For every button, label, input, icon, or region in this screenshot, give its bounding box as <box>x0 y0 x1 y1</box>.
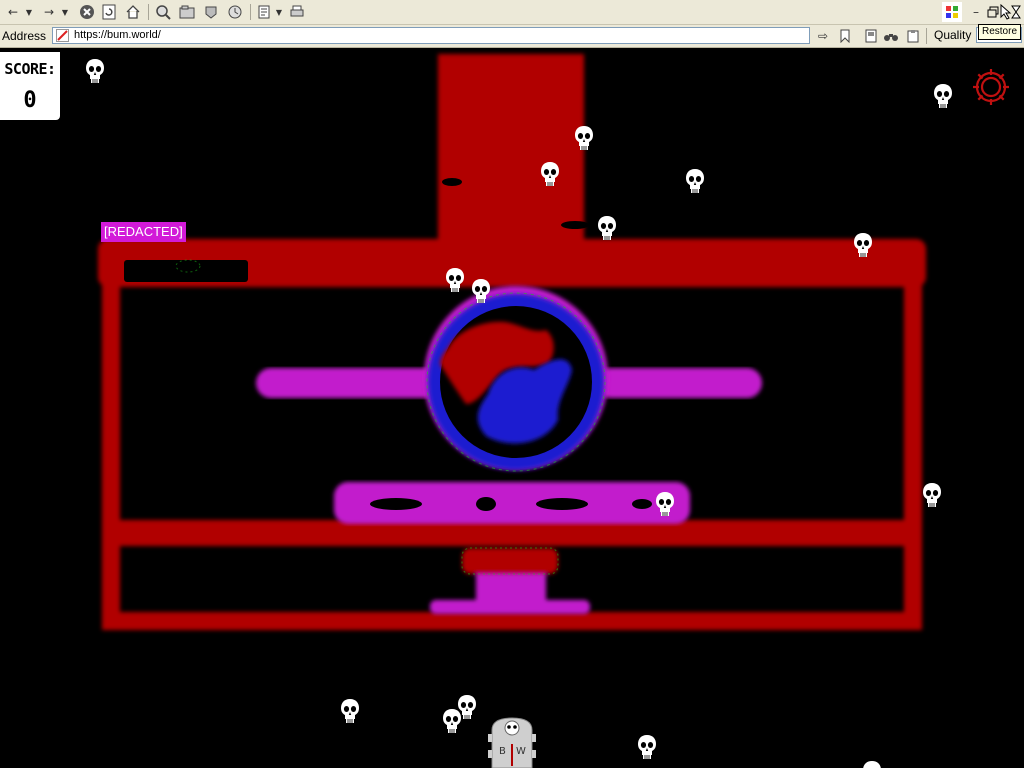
history-icon[interactable] <box>226 2 244 22</box>
skull-icon <box>853 232 873 258</box>
restore-tooltip: Restore <box>978 24 1022 40</box>
back-icon[interactable]: ← <box>4 2 22 22</box>
url-input[interactable]: https://bum.world/ <box>52 27 810 44</box>
left-wall <box>102 258 120 630</box>
media-icon[interactable] <box>202 2 220 22</box>
page-icon[interactable] <box>862 26 880 46</box>
skull-icon <box>922 482 942 508</box>
toolbar-separator <box>250 4 251 20</box>
score-label: SCORE: <box>4 60 56 78</box>
back-dropdown-icon[interactable]: ▼ <box>24 2 34 22</box>
stop-icon[interactable] <box>78 2 96 22</box>
skull-icon <box>471 278 491 304</box>
clipboard-icon[interactable] <box>904 26 922 46</box>
forward-icon[interactable]: → <box>40 2 58 22</box>
shaft-hole <box>561 221 589 229</box>
player-name-tag: [REDACTED] <box>101 222 186 242</box>
skull-icon <box>655 491 675 517</box>
tombstone-tower: B W <box>488 716 536 768</box>
skull-icon <box>540 161 560 187</box>
mail-dropdown-icon[interactable]: ▼ <box>274 2 284 22</box>
go-arrow-icon[interactable]: ⇨ <box>814 26 832 46</box>
url-text: https://bum.world/ <box>74 29 161 41</box>
skull-icon <box>442 708 462 734</box>
skull-icon <box>574 125 594 151</box>
game-canvas[interactable]: SCORE: 0 [REDACTED] B W <box>0 48 1024 768</box>
tower-letter-b: B <box>499 746 506 757</box>
binoculars-icon[interactable] <box>882 26 900 46</box>
skull-icon <box>340 698 360 724</box>
favorites-icon[interactable] <box>178 2 196 22</box>
minimize-icon[interactable]: – <box>970 2 982 22</box>
central-orb <box>424 286 608 472</box>
score-value: 0 <box>23 88 37 113</box>
right-wall <box>904 280 922 630</box>
skull-icon <box>862 760 882 768</box>
restore-icon[interactable] <box>986 2 1000 22</box>
print-icon[interactable] <box>288 2 306 22</box>
skull-icon <box>85 58 105 84</box>
skull-icon <box>685 168 705 194</box>
address-bar: Address https://bum.world/ ⇨ Quality <box>0 25 1024 48</box>
search-icon[interactable] <box>154 2 172 22</box>
home-icon[interactable] <box>124 2 142 22</box>
quality-button[interactable]: Quality <box>934 28 971 42</box>
toolbar-separator <box>926 28 927 44</box>
lower-platform <box>334 482 690 524</box>
browser-toolbar: ← ▼ → ▼ ▼ – <box>0 0 1024 25</box>
bottom-floor <box>104 612 922 630</box>
score-panel: SCORE: 0 <box>0 52 60 120</box>
bookmark-icon[interactable] <box>836 26 854 46</box>
forward-dropdown-icon[interactable]: ▼ <box>60 2 70 22</box>
gear-icon[interactable] <box>970 66 1012 108</box>
tower-letter-w: W <box>516 746 526 757</box>
shaft-hole <box>442 178 462 186</box>
page-favicon-icon <box>56 29 69 42</box>
windows-logo-icon <box>942 2 962 22</box>
refresh-icon[interactable] <box>100 2 118 22</box>
toolbar-separator <box>148 4 149 20</box>
mail-icon[interactable] <box>256 2 274 22</box>
hourglass-icon <box>1010 2 1022 22</box>
ledge-notch <box>124 260 248 282</box>
skull-icon <box>933 83 953 109</box>
skull-icon <box>637 734 657 760</box>
skull-icon <box>445 267 465 293</box>
address-label: Address <box>2 29 47 43</box>
skull-icon <box>597 215 617 241</box>
level-map <box>98 54 926 630</box>
support-pillar <box>430 548 590 614</box>
